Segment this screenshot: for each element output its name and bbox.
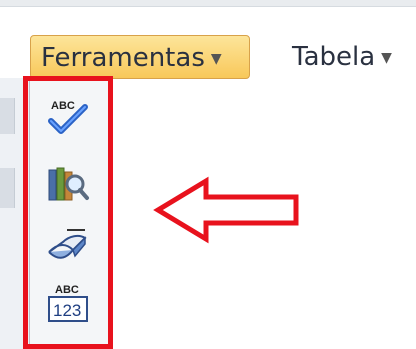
tabela-menu-button[interactable]: Tabela ▼: [292, 35, 416, 79]
ferramentas-menu-button[interactable]: Ferramentas ▼: [30, 35, 250, 79]
chevron-down-icon: ▼: [381, 49, 392, 66]
top-edge: [0, 0, 416, 7]
tabela-label: Tabela: [292, 42, 376, 72]
left-tab: [0, 98, 15, 134]
ferramentas-label: Ferramentas: [41, 43, 205, 73]
left-tab: [0, 168, 15, 208]
red-arrow-left-icon: [153, 176, 299, 244]
red-highlight-box: [23, 76, 113, 349]
chevron-down-icon: ▼: [210, 50, 222, 67]
